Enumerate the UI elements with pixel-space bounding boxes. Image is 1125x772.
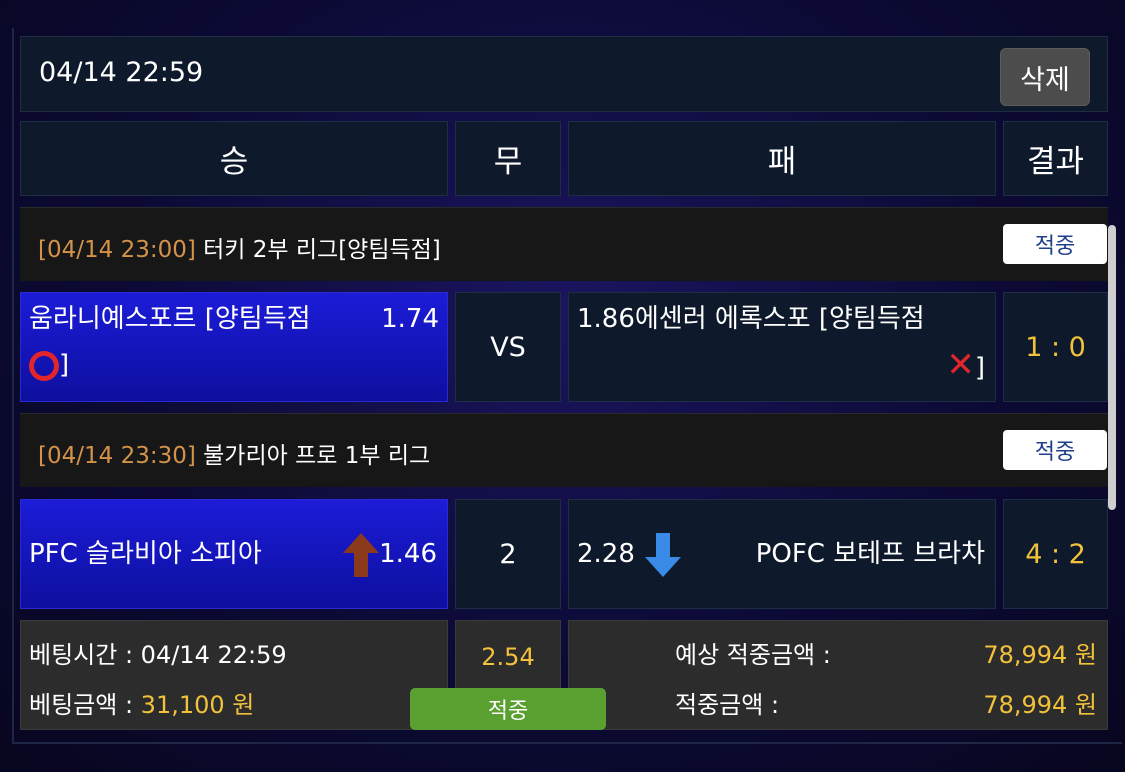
bet-amount-row: 베팅금액 : 31,100 원 bbox=[29, 685, 254, 720]
bet-amount-value: 31,100 원 bbox=[140, 691, 255, 719]
scrollbar[interactable] bbox=[1108, 225, 1116, 510]
odds-up-arrow-icon bbox=[343, 533, 379, 577]
league-row: [04/14 23:30] 불가리아 프로 1부 리그 적중 bbox=[20, 413, 1108, 487]
home-team-name-suffix: ] bbox=[59, 350, 70, 380]
bet-info-panel: 베팅시간 : 04/14 22:59 베팅금액 : 31,100 원 bbox=[20, 620, 448, 730]
home-odds: 1.74 bbox=[381, 304, 439, 334]
payout-panel: 예상 적중금액 : 78,994 원 적중금액 : 78,994 원 bbox=[568, 620, 1108, 730]
home-team-cell[interactable]: PFC 슬라비아 소피아 1.46 bbox=[20, 499, 448, 609]
expected-payout-value: 78,994 원 bbox=[983, 641, 1097, 669]
win-amount-value: 78,994 원 bbox=[983, 691, 1097, 719]
bet-header-bar: 04/14 22:59 삭제 bbox=[20, 36, 1108, 112]
delete-button[interactable]: 삭제 bbox=[1000, 48, 1090, 106]
hit-status-button[interactable]: 적중 bbox=[410, 688, 606, 730]
column-header-win: 승 bbox=[20, 121, 448, 196]
bet-time-label: 베팅시간 : bbox=[29, 641, 141, 669]
league-date: [04/14 23:30] bbox=[38, 443, 196, 469]
league-row: [04/14 23:00] 터키 2부 리그[양팀득점] 적중 bbox=[20, 207, 1108, 281]
away-team-cell[interactable]: 1.86에센러 에록스포 [양팀득점 ✕] bbox=[568, 292, 996, 402]
total-odds: 2.54 bbox=[481, 643, 535, 671]
home-odds: 1.46 bbox=[379, 539, 437, 569]
expected-payout-label: 예상 적중금액 : bbox=[675, 641, 831, 669]
home-team-cell[interactable]: 움라니예스포르 [양팀득점 1.74 ] bbox=[20, 292, 448, 402]
miss-x-icon: ✕ bbox=[946, 345, 975, 385]
away-team-name: 에센러 에록스포 [양팀득점 bbox=[634, 304, 925, 334]
draw-odds: 2 bbox=[499, 538, 517, 570]
bet-time-row: 베팅시간 : 04/14 22:59 bbox=[29, 635, 287, 670]
league-name: 터키 2부 리그[양팀득점] bbox=[203, 237, 441, 263]
result-score: 4 : 2 bbox=[1003, 499, 1108, 609]
win-amount-label: 적중금액 : bbox=[675, 691, 780, 719]
away-team-name-suffix: ] bbox=[974, 353, 985, 383]
away-odds: 2.28 bbox=[577, 539, 635, 569]
hit-circle-icon bbox=[29, 350, 59, 381]
vs-label: VS bbox=[490, 331, 526, 363]
league-name: 불가리아 프로 1부 리그 bbox=[203, 443, 431, 469]
hit-badge: 적중 bbox=[1003, 430, 1107, 470]
away-team-cell[interactable]: 2.28 POFC 보테프 브라차 bbox=[568, 499, 996, 609]
home-team-name: 움라니예스포르 [양팀득점 bbox=[29, 304, 311, 334]
home-team-name: PFC 슬라비아 소피아 bbox=[29, 539, 262, 569]
league-label: [04/14 23:30] 불가리아 프로 1부 리그 bbox=[38, 436, 430, 470]
bet-time-value: 04/14 22:59 bbox=[140, 641, 287, 669]
column-header-result: 결과 bbox=[1003, 121, 1108, 196]
league-label: [04/14 23:00] 터키 2부 리그[양팀득점] bbox=[38, 230, 441, 264]
bet-amount-label: 베팅금액 : bbox=[29, 691, 141, 719]
draw-cell[interactable]: 2 bbox=[455, 499, 561, 609]
away-odds: 1.86 bbox=[577, 304, 635, 334]
odds-down-arrow-icon bbox=[645, 533, 681, 577]
column-header-lose: 패 bbox=[568, 121, 996, 196]
bet-timestamp: 04/14 22:59 bbox=[39, 57, 204, 88]
result-score: 1 : 0 bbox=[1003, 292, 1108, 402]
draw-cell[interactable]: VS bbox=[455, 292, 561, 402]
league-date: [04/14 23:00] bbox=[38, 237, 196, 263]
hit-badge: 적중 bbox=[1003, 224, 1107, 264]
column-header-draw: 무 bbox=[455, 121, 561, 196]
away-team-name: POFC 보테프 브라차 bbox=[755, 539, 985, 569]
